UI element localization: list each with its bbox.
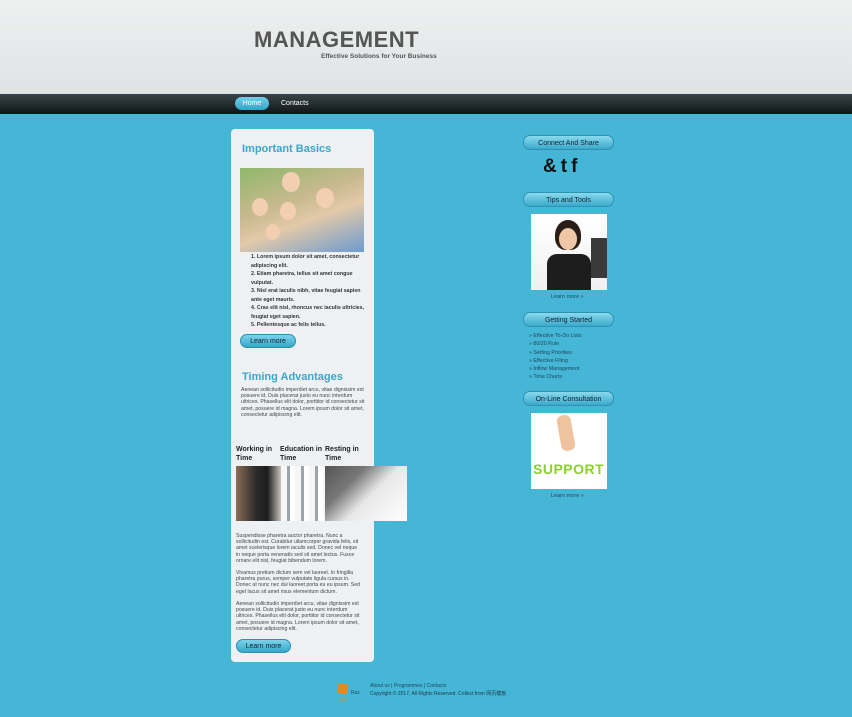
myspace-icon[interactable]: &	[543, 156, 557, 178]
timing-paragraph: Aenean sollicitudin imperdiet arcu, vita…	[236, 601, 360, 632]
list-item: 2. Etiam pharetra, tellus sit amet congu…	[251, 271, 353, 286]
family-photo	[240, 168, 364, 252]
column-heading-education: Education in Time	[280, 446, 322, 462]
face-shape	[559, 228, 577, 250]
getting-started-heading: Getting Started	[523, 312, 614, 327]
support-photo: SUPPORT	[531, 413, 607, 489]
support-text: SUPPORT	[533, 461, 605, 477]
rss-label[interactable]: Rss	[351, 690, 360, 696]
timing-paragraph: Suspendisse pharetra auctor pharetra. Nu…	[236, 533, 359, 564]
resting-thumbnail[interactable]	[325, 466, 407, 521]
list-item: 1. Lorem ipsum dolor sit amet, consectet…	[251, 254, 360, 269]
support-agent-photo	[531, 214, 607, 290]
list-item: 4. Cras elit nisl, rhoncus nec iaculis u…	[251, 305, 365, 320]
main-nav: Home Contacts	[0, 94, 852, 114]
learn-more-button[interactable]: Learn more	[240, 334, 296, 348]
basics-list: 1. Lorem ipsum dolor sit amet, consectet…	[251, 253, 367, 330]
connect-heading: Connect And Share	[523, 135, 614, 150]
face	[316, 188, 334, 208]
suit-shape	[547, 254, 591, 290]
face	[280, 202, 296, 220]
facebook-icon[interactable]: f	[571, 156, 577, 178]
face	[252, 198, 268, 216]
sidebar-link[interactable]: Time Charts	[529, 373, 582, 381]
learn-more-link[interactable]: Learn more »	[551, 493, 584, 499]
online-consultation-heading: On-Line Consultation	[523, 391, 614, 406]
tips-heading: Tips and Tools	[523, 192, 614, 207]
timing-intro: Aenean sollicitudin imperdiet arcu, vita…	[241, 387, 365, 418]
nav-contacts[interactable]: Contacts	[274, 97, 316, 110]
list-item: 3. Nisl erat iaculis nibh, vitae feugiat…	[251, 288, 361, 303]
hand-shape	[555, 414, 577, 452]
working-thumbnail[interactable]	[236, 466, 281, 521]
sidebar-link[interactable]: Setting Priorities	[529, 349, 582, 357]
site-title[interactable]: MANAGEMENT	[254, 27, 419, 53]
learn-more-link[interactable]: Learn more »	[551, 294, 584, 300]
timing-paragraph: Vivamus pretium dictum sem vel laoreet. …	[236, 570, 361, 595]
footer-links[interactable]: About us | Programmes | Contacts	[370, 683, 446, 689]
rss-sub-label: 订阅	[338, 697, 346, 702]
nav-home[interactable]: Home	[235, 97, 269, 110]
sidebar-link[interactable]: Effective Filing	[529, 357, 582, 365]
social-icons: & t f	[543, 156, 577, 178]
sidebar-link[interactable]: Inflow Management	[529, 365, 582, 373]
education-thumbnail[interactable]	[281, 466, 326, 521]
getting-started-list: Effective To-Do Lists 80/20 Rule Setting…	[529, 332, 582, 382]
sidebar-link[interactable]: 80/20 Rule	[529, 340, 582, 348]
section-title-timing: Timing Advantages	[242, 371, 343, 383]
list-item: 5. Pellentesque ac felis tellus.	[251, 322, 326, 328]
monitor-shape	[591, 238, 607, 278]
face	[282, 172, 300, 192]
footer-copyright: Copyright © 2017. All Rights Reserved. C…	[370, 691, 507, 697]
face	[266, 224, 280, 240]
site-header: MANAGEMENT Effective Solutions for Your …	[0, 0, 852, 94]
sidebar-link[interactable]: Effective To-Do Lists	[529, 332, 581, 340]
column-heading-working: Working in Time	[236, 446, 273, 462]
column-heading-resting: Resting in Time	[325, 446, 359, 462]
rss-icon[interactable]	[338, 684, 348, 694]
twitter-icon[interactable]: t	[561, 156, 567, 178]
section-title-basics: Important Basics	[242, 143, 332, 155]
learn-more-button[interactable]: Learn more	[236, 639, 291, 653]
site-subtitle: Effective Solutions for Your Business	[321, 53, 437, 60]
